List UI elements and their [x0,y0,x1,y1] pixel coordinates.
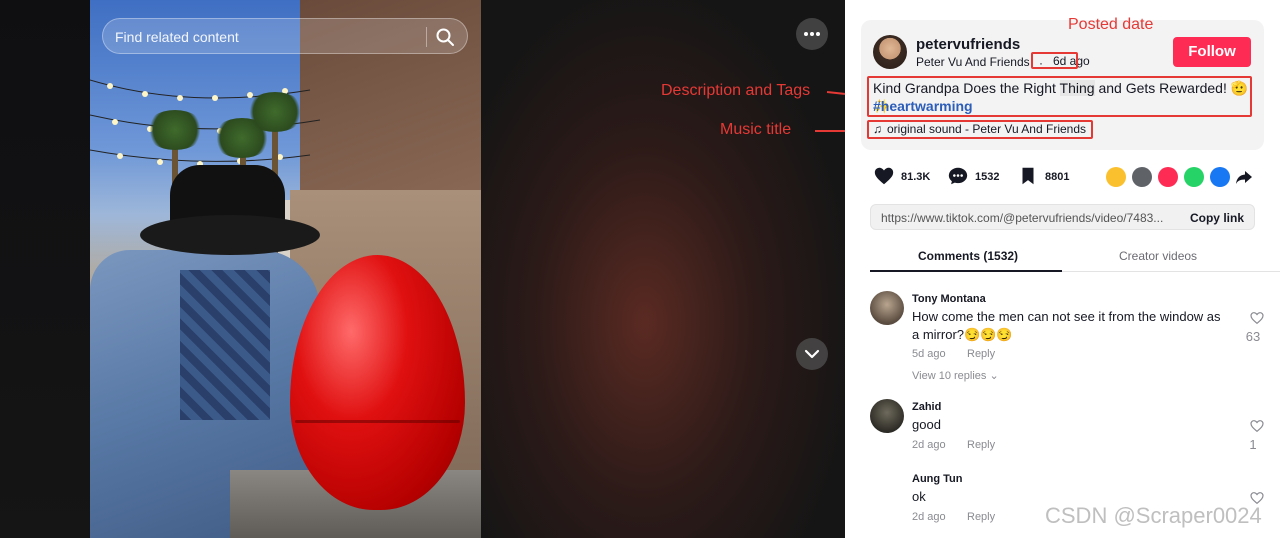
reply-button[interactable]: Reply [967,439,995,451]
palm-leaves [145,110,205,150]
whatsapp-icon[interactable] [1184,167,1204,187]
share-link-bar: https://www.tiktok.com/@petervufriends/v… [870,204,1255,230]
tab-comments[interactable]: Comments (1532) [918,249,1018,263]
comment-like-count: 1 [1249,437,1257,452]
details-panel: petervufriends Peter Vu And Friends · 6d… [845,0,1280,538]
annotation-box-description [867,76,1252,117]
follow-button[interactable]: Follow [1173,37,1251,67]
author-avatar[interactable] [873,35,907,69]
tab-creator-videos[interactable]: Creator videos [1119,249,1197,263]
person-shirt [180,270,270,420]
comment-time: 2d ago [912,511,946,523]
related-search-bar[interactable]: Find related content [102,18,468,54]
embed-code-icon[interactable] [1132,167,1152,187]
annotation-box-posted-date [1031,52,1078,69]
comment-time: 5d ago [912,348,946,360]
comment-like-icon[interactable] [1249,418,1265,434]
author-nickname[interactable]: Peter Vu And Friends [916,55,1030,69]
comment-like-count: 63 [1245,329,1261,344]
blurred-background-left [0,0,90,538]
view-replies-label: View 10 replies [912,370,987,382]
comment-item: Zahid good 2d ago Reply 1 [870,399,1265,459]
save-count: 8801 [1045,171,1070,183]
screen: Find related content Description and Tag… [0,0,1280,538]
repost-icon[interactable] [1106,167,1126,187]
annotation-posted-date: Posted date [1068,16,1154,33]
blurred-background-right [481,0,845,538]
commenter-avatar[interactable] [870,291,904,325]
copy-link-button[interactable]: Copy link [1190,211,1244,225]
annotation-box-music [867,120,1093,139]
search-placeholder: Find related content [115,29,239,45]
bookmark-icon [1022,167,1034,185]
comment-text: How come the men can not see it from the… [912,309,1221,342]
commenter-name[interactable]: Tony Montana [912,293,986,305]
search-icon[interactable] [435,27,455,47]
comment-item: Tony Montana How come the men can not se… [870,291,1265,386]
video-player[interactable]: Find related content Description and Tag… [0,0,845,538]
comment-text: good [912,417,941,432]
annotation-description-tags: Description and Tags [661,82,811,99]
chevron-down-icon [804,349,820,359]
watermark: CSDN @Scraper0024 [1045,503,1262,528]
panel-tabs: Comments (1532) Creator videos [870,240,1280,272]
author-username[interactable]: petervufriends [916,36,1020,53]
share-arrow-icon[interactable] [1234,167,1254,187]
like-count: 81.3K [901,171,931,183]
comment-count: 1532 [975,171,1000,183]
send-to-friends-icon[interactable] [1158,167,1178,187]
commenter-name[interactable]: Aung Tun [912,473,963,485]
more-dots-icon [804,32,820,36]
chevron-down-icon: ⌄ [989,370,999,382]
comment-like-icon[interactable] [1249,310,1265,326]
cowboy-hat-brim [140,215,320,255]
video-frame[interactable] [90,0,481,538]
active-tab-indicator [870,270,1062,272]
facebook-icon[interactable] [1210,167,1230,187]
commenter-avatar[interactable] [870,399,904,433]
annotation-music-title: Music title [720,121,792,138]
video-url[interactable]: https://www.tiktok.com/@petervufriends/v… [881,211,1171,225]
search-divider [426,27,427,47]
commenter-name[interactable]: Zahid [912,401,941,413]
egg-seam [295,420,460,423]
heart-icon [874,167,894,185]
comment-bubble-icon [948,167,968,185]
comment-time: 2d ago [912,439,946,451]
action-bar: 81.3K 1532 8801 [873,165,1273,189]
view-replies-button[interactable]: View 10 replies ⌄ [912,369,999,382]
next-video-button[interactable] [796,338,828,370]
palm-leaves [245,92,305,132]
more-options-button[interactable] [796,18,828,50]
reply-button[interactable]: Reply [967,348,995,360]
reply-button[interactable]: Reply [967,511,995,523]
